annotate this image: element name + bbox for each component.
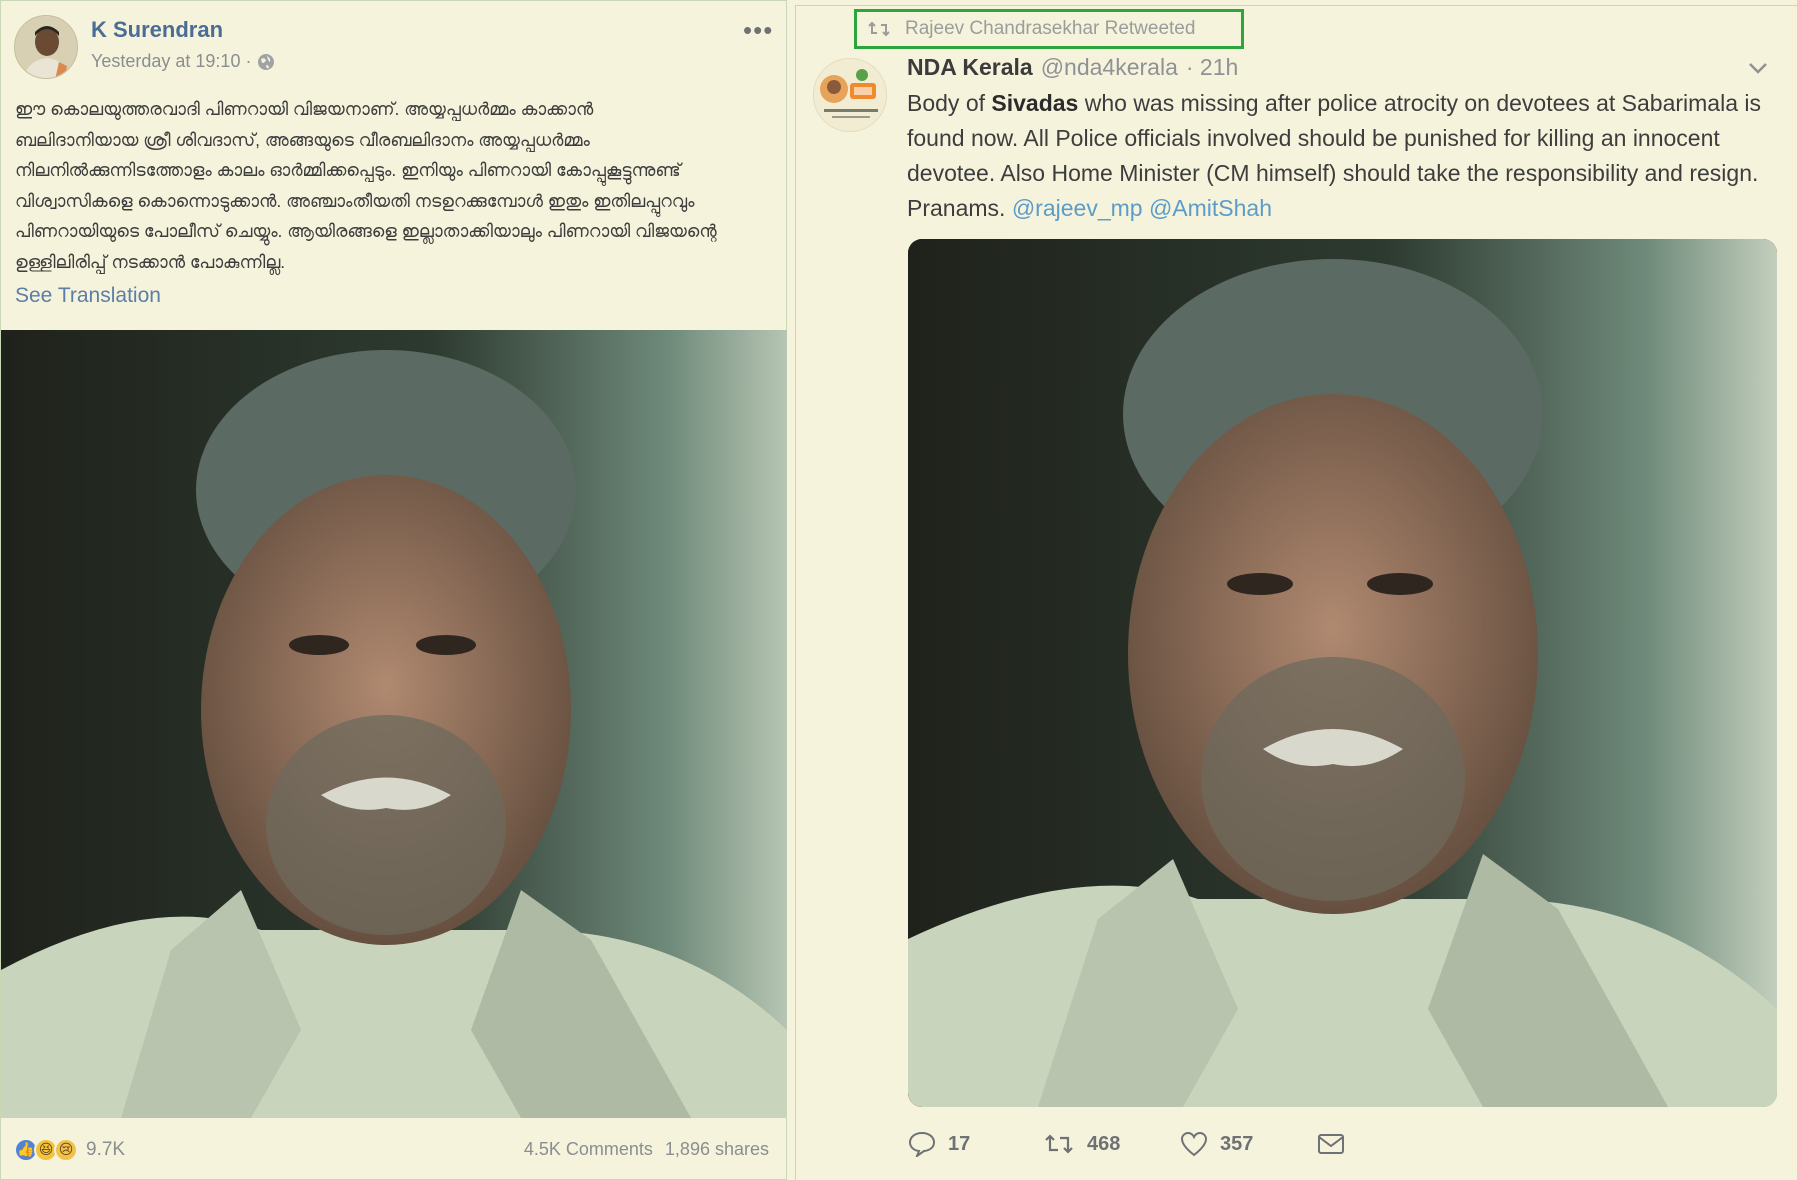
comments-count[interactable]: 4.5K Comments xyxy=(524,1139,653,1160)
globe-icon xyxy=(258,53,275,70)
retweet-count: 468 xyxy=(1087,1132,1121,1155)
retweet-icon xyxy=(1045,1134,1073,1154)
reaction-count: 9.7K xyxy=(86,1138,126,1160)
chevron-down-icon[interactable] xyxy=(1748,58,1768,78)
direct-message-button[interactable] xyxy=(1317,1133,1345,1155)
retweet-button[interactable]: 468 xyxy=(1043,1132,1180,1156)
see-translation-link[interactable]: See Translation xyxy=(15,284,161,308)
retweeted-by-banner: Rajeev Chandrasekhar Retweeted xyxy=(854,9,1244,49)
post-text: ഈ കൊലയുത്തരവാദി പിണറായി വിജയനാണ്. അയ്യപ്… xyxy=(15,99,717,272)
like-count: 357 xyxy=(1220,1132,1254,1155)
sad-reaction-icon: 😢 xyxy=(54,1137,78,1162)
like-button[interactable]: 357 xyxy=(1180,1131,1317,1157)
tweet: Rajeev Chandrasekhar Retweeted NDA Keral… xyxy=(795,5,1797,1180)
heart-icon xyxy=(1180,1131,1208,1157)
post-footer: 👍 😆 😢 9.7K 4.5K Comments 1,896 shares xyxy=(1,1118,787,1180)
post-timestamp[interactable]: Yesterday at 19:10 · xyxy=(91,51,251,72)
tweet-header: NDA Kerala @nda4kerala · 21h xyxy=(907,54,1238,81)
tweet-text-start: Body of xyxy=(907,90,992,116)
post-stats: 4.5K Comments 1,896 shares xyxy=(524,1139,769,1160)
reply-count: 17 xyxy=(948,1132,971,1155)
author-name[interactable]: K Surendran xyxy=(91,17,223,43)
facebook-post: K Surendran Yesterday at 19:10 · ••• ഈ ക… xyxy=(0,0,787,1180)
tweet-author-name[interactable]: NDA Kerala xyxy=(907,54,1033,81)
retweet-icon xyxy=(868,21,890,37)
reply-icon xyxy=(908,1131,936,1157)
reactions-summary[interactable]: 👍 😆 😢 9.7K xyxy=(14,1137,126,1162)
tweet-time[interactable]: · 21h xyxy=(1186,54,1238,81)
ellipsis-icon: ••• xyxy=(743,15,774,45)
post-photo[interactable] xyxy=(1,330,787,1118)
tweet-photo[interactable] xyxy=(908,239,1777,1107)
more-options-button[interactable]: ••• xyxy=(743,15,773,46)
tweet-author-handle[interactable]: @nda4kerala xyxy=(1041,54,1178,81)
tweet-author-avatar[interactable] xyxy=(813,58,887,132)
reply-button[interactable]: 17 xyxy=(908,1131,1043,1157)
tweet-text-bold: Sivadas xyxy=(991,90,1079,116)
author-avatar[interactable] xyxy=(14,15,78,79)
post-meta: Yesterday at 19:10 · xyxy=(91,51,275,72)
tweet-text: Body of Sivadas who was missing after po… xyxy=(907,86,1779,226)
tweet-actions: 17 468 357 xyxy=(908,1131,1345,1157)
shares-count[interactable]: 1,896 shares xyxy=(665,1139,769,1160)
mention-link[interactable]: @rajeev_mp xyxy=(1012,195,1143,221)
envelope-icon xyxy=(1318,1134,1344,1154)
retweeted-by-label[interactable]: Rajeev Chandrasekhar Retweeted xyxy=(905,18,1195,40)
mention-link[interactable]: @AmitShah xyxy=(1149,195,1272,221)
